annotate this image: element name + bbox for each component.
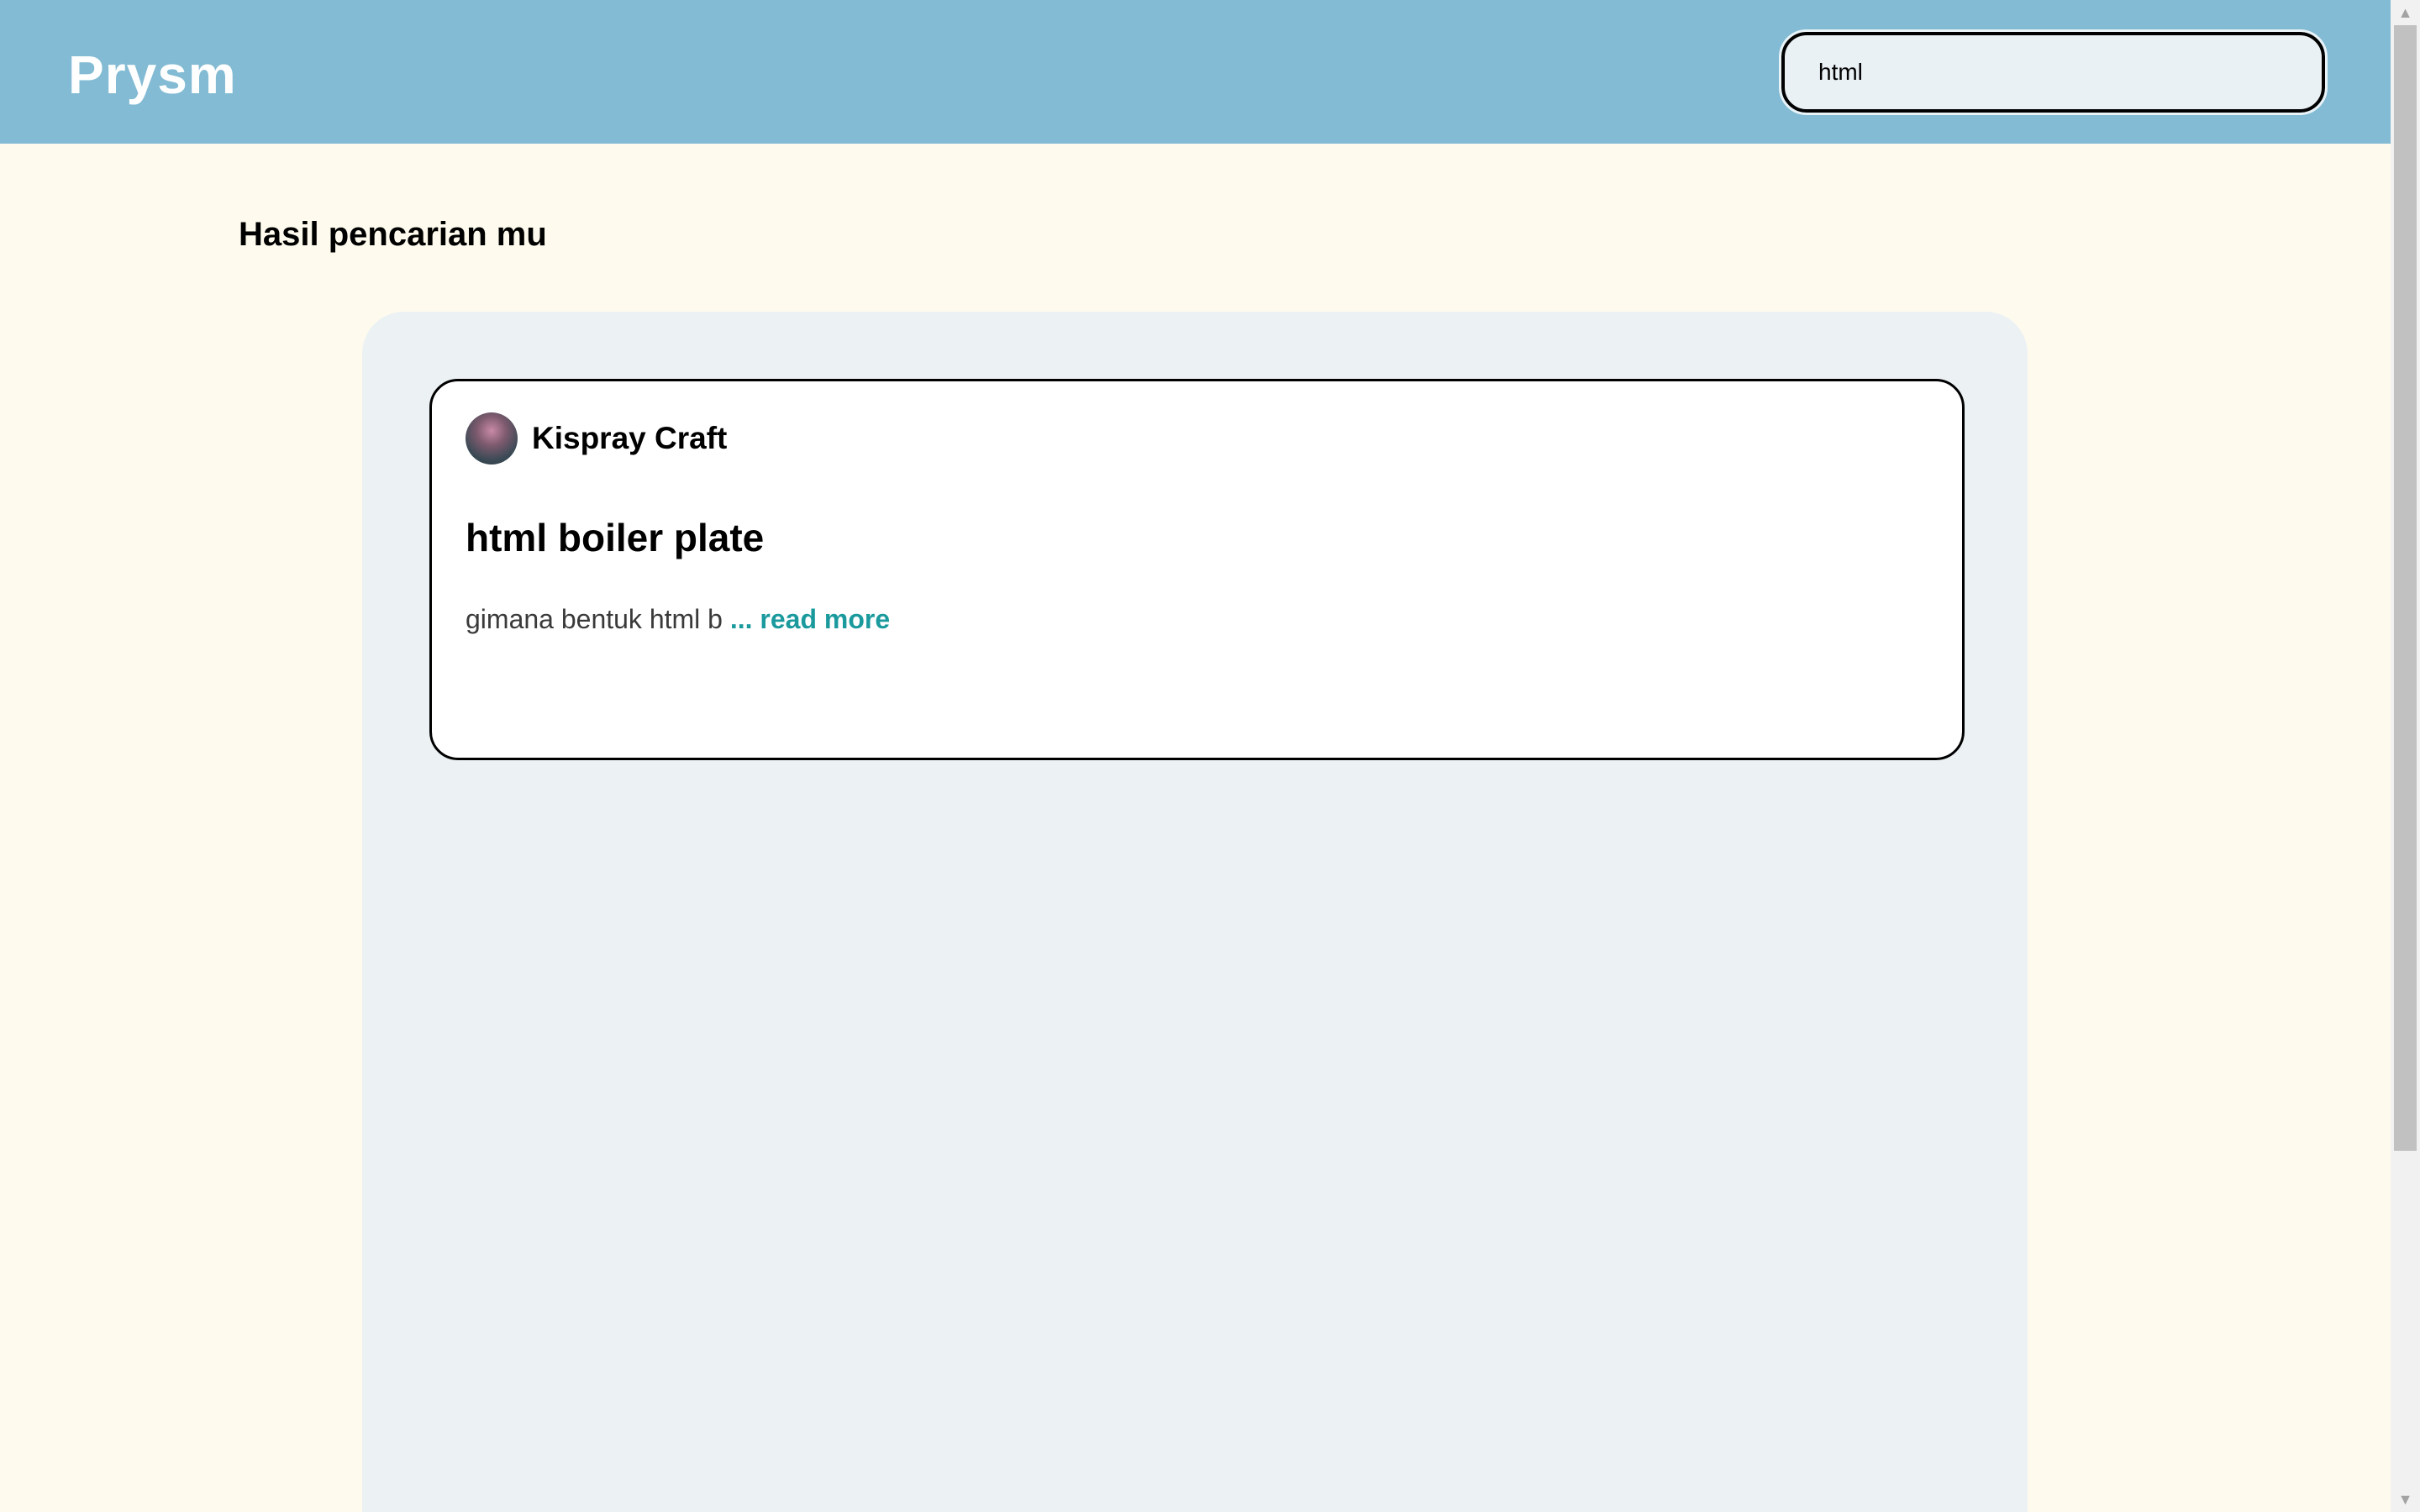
post-card[interactable]: Kispray Craft html boiler plate gimana b… — [429, 379, 1965, 760]
author-avatar[interactable] — [466, 412, 518, 465]
app-logo[interactable]: Prysm — [68, 40, 237, 109]
results-panel: Kispray Craft html boiler plate gimana b… — [362, 312, 2028, 1512]
search-results-heading: Hasil pencarian mu — [239, 216, 547, 253]
author-name[interactable]: Kispray Craft — [532, 418, 727, 459]
scrollbar-thumb[interactable] — [2394, 25, 2417, 1151]
scroll-up-arrow-icon[interactable]: ▲ — [2391, 0, 2420, 25]
read-more-link[interactable]: ... read more — [730, 604, 890, 634]
post-title[interactable]: html boiler plate — [466, 512, 764, 563]
post-excerpt-text: gimana bentuk html b — [466, 604, 723, 634]
post-excerpt: gimana bentuk html b ... read more — [466, 601, 890, 637]
scroll-down-arrow-icon[interactable]: ▼ — [2391, 1487, 2420, 1512]
top-navbar: Prysm — [0, 0, 2391, 144]
vertical-scrollbar[interactable]: ▲ ▼ — [2391, 0, 2420, 1512]
search-input[interactable] — [1779, 29, 2328, 115]
